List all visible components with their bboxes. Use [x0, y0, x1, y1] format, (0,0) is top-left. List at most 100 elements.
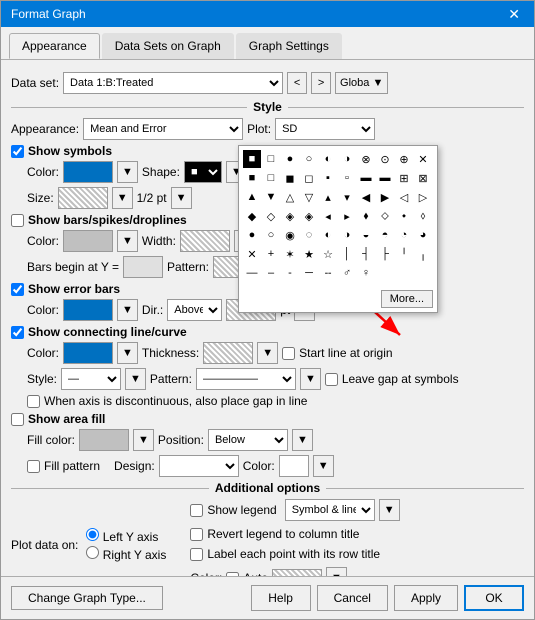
connecting-color-dropdown[interactable]: ▼ [117, 342, 138, 364]
apply-button[interactable]: Apply [394, 585, 458, 611]
change-graph-type-button[interactable]: Change Graph Type... [11, 586, 163, 610]
symbol-cell[interactable]: ┤ [357, 245, 375, 263]
connecting-thickness-dropdown[interactable]: ▼ [257, 342, 278, 364]
symbol-cell[interactable]: ⊙ [376, 150, 394, 168]
appearance-select[interactable]: Mean and Error [83, 118, 243, 140]
symbol-cell[interactable]: ◒ [357, 226, 375, 244]
symbol-cell[interactable]: - [281, 264, 299, 282]
symbol-cell[interactable]: ♀ [357, 264, 375, 282]
symbol-cell[interactable]: ◉ [281, 226, 299, 244]
symbol-cell[interactable]: ▬ [376, 169, 394, 187]
symbol-cell[interactable]: ◼ [281, 169, 299, 187]
symbol-cell[interactable]: ⬧ [357, 207, 375, 225]
cancel-button[interactable]: Cancel [317, 585, 388, 611]
symbol-cell[interactable]: ○ [300, 150, 318, 168]
connecting-pattern-select[interactable]: ————— [196, 368, 296, 390]
symbol-cell[interactable]: + [262, 245, 280, 263]
area-fill-dropdown[interactable]: ▼ [133, 429, 154, 451]
dataset-prev-button[interactable]: < [287, 72, 307, 94]
show-connecting-checkbox[interactable] [11, 326, 24, 339]
symbol-cell[interactable]: ◈ [300, 207, 318, 225]
show-error-checkbox[interactable] [11, 283, 24, 296]
symbol-cell[interactable]: ◁ [395, 188, 413, 206]
symbol-cell[interactable]: □ [262, 150, 280, 168]
area-position-dropdown[interactable]: ▼ [292, 429, 313, 451]
symbol-cell[interactable]: ▴ [319, 188, 337, 206]
label-each-checkbox[interactable] [190, 548, 203, 561]
symbol-cell[interactable]: – [262, 264, 280, 282]
symbol-cell[interactable]: ⊕ [395, 150, 413, 168]
symbol-cell[interactable]: ▼ [262, 188, 280, 206]
symbol-cell[interactable]: ⬩ [395, 207, 413, 225]
symbol-cell[interactable]: ▶ [376, 188, 394, 206]
symbol-cell[interactable] [376, 264, 394, 282]
symbol-cell[interactable]: ◕ [414, 226, 432, 244]
show-bars-checkbox[interactable] [11, 214, 24, 227]
symbol-cell[interactable]: ▫ [338, 169, 356, 187]
symbol-cell[interactable]: │ [338, 245, 356, 263]
show-legend-checkbox[interactable] [190, 504, 203, 517]
symbols-color-dropdown[interactable]: ▼ [117, 161, 138, 183]
symbol-cell[interactable]: ○ [262, 226, 280, 244]
close-button[interactable]: ✕ [504, 7, 524, 21]
tab-datasets[interactable]: Data Sets on Graph [102, 33, 234, 59]
symbol-cell[interactable]: ▪ [319, 169, 337, 187]
symbol-cell[interactable]: ⬨ [414, 207, 432, 225]
show-area-checkbox[interactable] [11, 413, 24, 426]
symbol-cell[interactable]: ╵ [395, 245, 413, 263]
left-y-radio[interactable] [86, 528, 99, 541]
symbol-cell[interactable]: ▸ [338, 207, 356, 225]
symbol-cell[interactable]: ● [281, 150, 299, 168]
symbol-cell[interactable]: ◌ [300, 226, 318, 244]
symbol-cell[interactable]: ├ [376, 245, 394, 263]
symbol-cell[interactable]: ♂ [338, 264, 356, 282]
area-color-dropdown[interactable]: ▼ [313, 455, 334, 477]
area-position-select[interactable]: Below [208, 429, 288, 451]
symbol-cell[interactable]: ─ [300, 264, 318, 282]
right-y-radio[interactable] [86, 546, 99, 559]
design-select[interactable] [159, 455, 239, 477]
connecting-style-dropdown[interactable]: ▼ [125, 368, 146, 390]
size-suffix-dropdown[interactable]: ▼ [171, 187, 192, 209]
connecting-style-select[interactable]: — [61, 368, 121, 390]
symbol-cell[interactable]: ◻ [300, 169, 318, 187]
tab-appearance[interactable]: Appearance [9, 33, 100, 59]
symbol-cell[interactable]: ■ [243, 169, 261, 187]
symbol-cell[interactable]: ▷ [414, 188, 432, 206]
plot-select[interactable]: SD [275, 118, 375, 140]
symbol-cell[interactable]: ▽ [300, 188, 318, 206]
symbol-cell[interactable]: ⊠ [414, 169, 432, 187]
symbol-cell[interactable]: ■ [243, 150, 261, 168]
symbol-cell[interactable]: ★ [300, 245, 318, 263]
symbol-cell[interactable]: ● [243, 226, 261, 244]
discontinuous-checkbox[interactable] [27, 395, 40, 408]
area-color-input[interactable] [279, 455, 309, 477]
color-auto-dropdown[interactable]: ▼ [326, 567, 347, 576]
ok-button[interactable]: OK [464, 585, 524, 611]
symbol-cell[interactable]: □ [262, 169, 280, 187]
symbol-cell[interactable]: ◓ [376, 226, 394, 244]
bars-color-dropdown[interactable]: ▼ [117, 230, 138, 252]
size-dropdown[interactable]: ▼ [112, 187, 133, 209]
symbol-cell[interactable] [395, 264, 413, 282]
dataset-next-button[interactable]: > [311, 72, 331, 94]
symbol-cell[interactable]: ◐ [319, 226, 337, 244]
symbol-cell[interactable]: ◇ [262, 207, 280, 225]
tab-graph-settings[interactable]: Graph Settings [236, 33, 342, 59]
symbol-cell[interactable] [414, 264, 432, 282]
symbol-cell[interactable]: ╷ [414, 245, 432, 263]
bars-begin-input[interactable] [123, 256, 163, 278]
symbol-cell[interactable]: ╌ [319, 264, 337, 282]
show-symbols-checkbox[interactable] [11, 145, 24, 158]
symbol-cell[interactable]: ◑ [338, 150, 356, 168]
connecting-color-button[interactable] [63, 342, 113, 364]
symbol-cell[interactable]: — [243, 264, 261, 282]
symbol-cell[interactable]: ✕ [414, 150, 432, 168]
symbol-cell[interactable]: ◔ [395, 226, 413, 244]
connecting-pattern-dropdown[interactable]: ▼ [300, 368, 321, 390]
error-dir-select[interactable]: Above [167, 299, 222, 321]
symbol-cell[interactable]: ◐ [319, 150, 337, 168]
symbol-cell[interactable]: ◀ [357, 188, 375, 206]
symbol-cell[interactable]: ◂ [319, 207, 337, 225]
help-button[interactable]: Help [251, 585, 311, 611]
